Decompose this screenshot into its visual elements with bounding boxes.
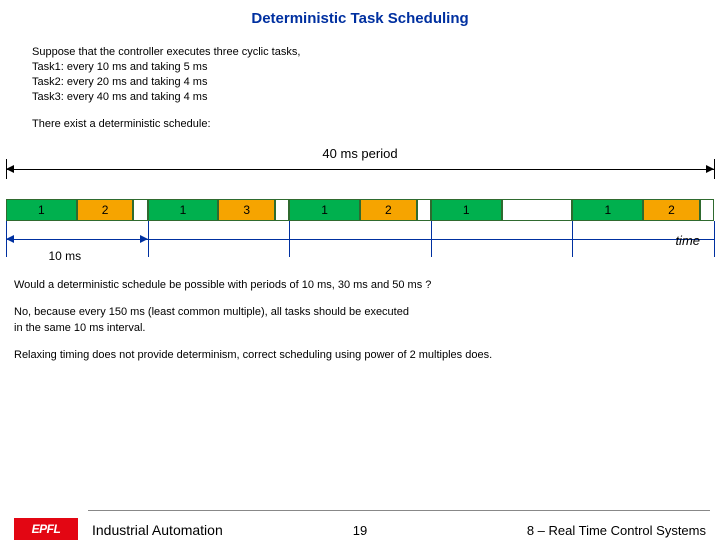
arrow-left-icon bbox=[6, 165, 14, 173]
task-slot-2: 2 bbox=[77, 199, 134, 221]
question-line: Would a deterministic schedule be possib… bbox=[14, 277, 720, 294]
time-axis-label: time bbox=[675, 233, 700, 248]
footer-right: 8 – Real Time Control Systems bbox=[527, 523, 706, 538]
exist-line: There exist a deterministic schedule: bbox=[32, 118, 720, 130]
tick bbox=[289, 221, 290, 257]
body-block: Would a deterministic schedule be possib… bbox=[14, 277, 720, 363]
time-axis bbox=[6, 239, 714, 240]
period-arrow bbox=[6, 163, 714, 177]
period-label: 40 ms period bbox=[0, 146, 720, 161]
logo-text: EPFL bbox=[32, 522, 61, 536]
arrow-line bbox=[6, 169, 714, 170]
task-slot-1: 1 bbox=[572, 199, 643, 221]
conclusion-line: Relaxing timing does not provide determi… bbox=[14, 347, 720, 364]
task-slot-1: 1 bbox=[148, 199, 219, 221]
sub-period-row: 10 ms time bbox=[6, 233, 714, 251]
task-slot-2: 2 bbox=[360, 199, 417, 221]
arrow-tick bbox=[6, 159, 7, 179]
tick bbox=[431, 221, 432, 257]
task-slot-1: 1 bbox=[6, 199, 77, 221]
intro-block: Suppose that the controller executes thr… bbox=[32, 45, 720, 104]
footer-left: Industrial Automation bbox=[92, 522, 223, 538]
page-title: Deterministic Task Scheduling bbox=[0, 10, 720, 27]
footer-page-number: 19 bbox=[353, 523, 367, 538]
idle-slot bbox=[502, 199, 573, 221]
answer-line-b: in the same 10 ms interval. bbox=[14, 322, 145, 334]
intro-line: Task1: every 10 ms and taking 5 ms bbox=[32, 60, 720, 75]
task-slot-1: 1 bbox=[289, 199, 360, 221]
tick bbox=[714, 221, 715, 257]
idle-slot bbox=[133, 199, 147, 221]
tick bbox=[572, 221, 573, 257]
timeline-chart: 121312112 bbox=[6, 199, 714, 227]
intro-line: Task3: every 40 ms and taking 4 ms bbox=[32, 90, 720, 105]
tick bbox=[148, 221, 149, 257]
idle-slot bbox=[275, 199, 289, 221]
footer-divider bbox=[88, 510, 710, 511]
arrow-right-icon bbox=[706, 165, 714, 173]
footer: EPFL Industrial Automation 19 8 – Real T… bbox=[0, 510, 720, 542]
idle-slot bbox=[417, 199, 431, 221]
epfl-logo: EPFL bbox=[14, 518, 78, 540]
task-slot-2: 2 bbox=[643, 199, 700, 221]
answer-line: No, because every 150 ms (least common m… bbox=[14, 304, 720, 337]
intro-line: Suppose that the controller executes thr… bbox=[32, 45, 720, 60]
arrow-left-icon bbox=[6, 235, 14, 243]
sub-period-label: 10 ms bbox=[48, 249, 81, 263]
arrow-tick bbox=[714, 159, 715, 179]
task-slot-1: 1 bbox=[431, 199, 502, 221]
intro-line: Task2: every 20 ms and taking 4 ms bbox=[32, 75, 720, 90]
idle-slot bbox=[700, 199, 714, 221]
task-slot-3: 3 bbox=[218, 199, 275, 221]
answer-line-a: No, because every 150 ms (least common m… bbox=[14, 306, 409, 318]
arrow-right-icon bbox=[140, 235, 148, 243]
